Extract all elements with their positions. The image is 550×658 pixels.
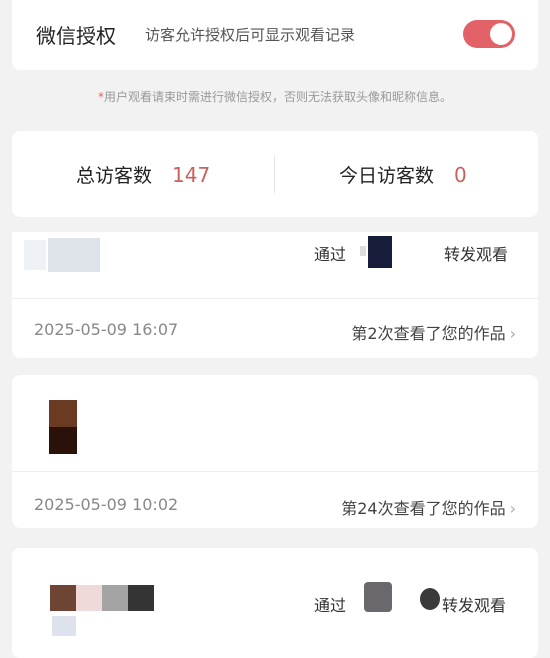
blurred-avatar-top xyxy=(49,400,77,427)
blurred-sharer-dot xyxy=(360,246,366,256)
wechat-auth-toggle[interactable] xyxy=(463,20,515,48)
total-visitors-stat: 总访客数 147 xyxy=(76,161,210,188)
blurred-avatar-lower xyxy=(52,616,76,636)
view-count-text: 第24次查看了您的作品 xyxy=(341,499,506,518)
blurred-nickname-1 xyxy=(76,585,102,611)
wechat-auth-card: 微信授权 访客允许授权后可显示观看记录 xyxy=(12,0,538,70)
visitor-stats-card: 总访客数 147 今日访客数 0 xyxy=(12,131,538,217)
record-divider xyxy=(12,471,538,472)
view-count-link[interactable]: 第2次查看了您的作品 › xyxy=(351,320,516,344)
via-suffix: 转发观看 xyxy=(444,245,509,264)
visit-timestamp: 2025-05-09 10:02 xyxy=(34,495,179,514)
visitor-record[interactable]: 2025-05-09 10:02 第24次查看了您的作品 › xyxy=(12,375,538,528)
auth-notice: *用户观看请束时需进行微信授权，否则无法获取头像和昵称信息。 xyxy=(0,88,550,105)
chevron-right-icon: › xyxy=(509,499,516,518)
notice-text: 用户观看请束时需进行微信授权，否则无法获取头像和昵称信息。 xyxy=(103,90,452,104)
visitor-record[interactable]: 通过 转发观看 2025-05-09 16:07 第2次查看了您的作品 › xyxy=(12,232,538,358)
view-count-text: 第2次查看了您的作品 xyxy=(351,324,506,343)
today-visitors-value: 0 xyxy=(454,163,467,187)
today-visitors-label: 今日访客数 xyxy=(339,165,435,187)
chevron-right-icon: › xyxy=(509,324,516,343)
visit-timestamp: 2025-05-09 16:07 xyxy=(34,320,179,339)
blurred-sharer-avatar xyxy=(368,236,392,268)
blurred-sharer-avatar xyxy=(364,582,392,612)
total-visitors-value: 147 xyxy=(172,163,211,187)
blurred-sharer-dot xyxy=(420,588,440,610)
blurred-nickname xyxy=(48,238,100,272)
record-divider xyxy=(12,298,538,299)
via-suffix: 转发观看 xyxy=(442,596,507,615)
toggle-knob xyxy=(490,23,512,45)
visitor-record[interactable]: 通过 转发观看 xyxy=(12,548,538,658)
wechat-auth-description: 访客允许授权后可显示观看记录 xyxy=(145,26,356,44)
wechat-auth-title: 微信授权 xyxy=(36,24,116,48)
today-visitors-stat: 今日访客数 0 xyxy=(339,161,467,188)
blurred-avatar xyxy=(50,585,76,611)
blurred-nickname-2 xyxy=(102,585,128,611)
via-prefix: 通过 xyxy=(314,596,347,615)
blurred-avatar-bottom xyxy=(49,427,77,454)
total-visitors-label: 总访客数 xyxy=(76,165,153,187)
view-count-link[interactable]: 第24次查看了您的作品 › xyxy=(341,495,516,519)
via-prefix: 通过 xyxy=(314,245,347,264)
stats-divider xyxy=(274,155,275,193)
blurred-avatar xyxy=(24,240,46,270)
blurred-nickname-3 xyxy=(128,585,154,611)
